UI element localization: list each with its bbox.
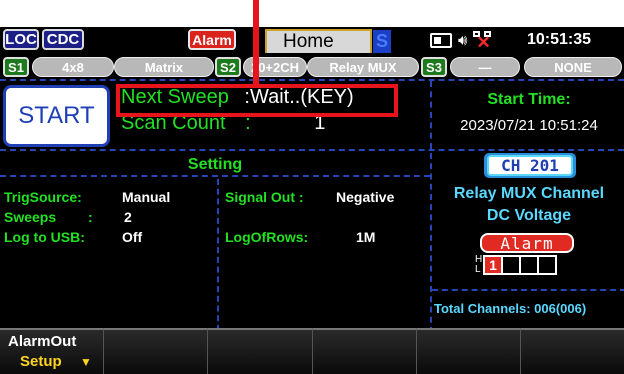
sweeps-value[interactable]: 2 xyxy=(124,209,132,225)
slot-s2-label[interactable]: S2 xyxy=(215,57,241,77)
slot-s2-type: Relay MUX xyxy=(307,57,419,77)
home-s-badge: S xyxy=(373,30,391,53)
softkey-5[interactable] xyxy=(415,328,520,374)
signal-out-label: Signal Out : xyxy=(225,189,304,205)
total-channels: Total Channels: 006(006) xyxy=(432,289,624,329)
softkey-bar: AlarmOut Setup ▼ xyxy=(0,328,624,374)
slot-s1-value: 4x8 xyxy=(32,57,114,77)
log-usb-label: Log to USB: xyxy=(4,229,85,245)
storage-card-icon xyxy=(430,32,452,48)
lan-disconnected-icon: ✕ xyxy=(473,31,493,51)
alarm-hl-labels: H L xyxy=(475,255,482,275)
slot-bar: S1 4x8 Matrix S2 20+2CH Relay MUX S3 — N… xyxy=(0,57,624,77)
softkey-3[interactable] xyxy=(207,328,312,374)
status-bar: LOC CDC Alarm Home S 🔊︎ ✕ 10:51:35 xyxy=(0,27,624,53)
start-time-value: 2023/07/21 10:51:24 xyxy=(460,117,598,134)
alarm-low-label: L xyxy=(475,264,481,275)
sweeps-separator: : xyxy=(88,209,93,225)
slot-s3-label[interactable]: S3 xyxy=(421,57,447,77)
alarm-cell xyxy=(501,255,521,275)
speaker-icon: 🔊︎ xyxy=(458,31,468,49)
softkey-label-bottom: Setup xyxy=(20,353,62,370)
channel-type: Relay MUX Channel xyxy=(453,185,605,202)
alarm-cell: 1 xyxy=(483,255,503,275)
home-tab-label: Home xyxy=(283,31,334,52)
channel-alarm-badge: Alarm xyxy=(480,233,574,253)
alarm-cell xyxy=(537,255,557,275)
log-usb-value[interactable]: Off xyxy=(122,229,142,245)
instrument-screen: LOC CDC Alarm Home S 🔊︎ ✕ 10:51:35 S1 4x… xyxy=(0,27,624,374)
slot-s3-value: — xyxy=(450,57,520,77)
log-rows-label: LogOfRows: xyxy=(225,229,309,245)
signal-out-value[interactable]: Negative xyxy=(336,189,394,205)
channel-id-badge[interactable]: CH 201 xyxy=(487,155,573,176)
home-tab[interactable]: Home xyxy=(265,29,372,53)
softkey-alarmout-setup[interactable]: AlarmOut Setup ▼ xyxy=(0,328,104,374)
annotation-pointer-line xyxy=(253,0,259,88)
status-icons: 🔊︎ ✕ xyxy=(430,30,493,51)
softkey-6[interactable] xyxy=(519,328,624,374)
softkey-2[interactable] xyxy=(103,328,208,374)
softkey-label-top: AlarmOut xyxy=(8,333,77,350)
sweeps-label: Sweeps xyxy=(4,209,57,225)
alarm-cell xyxy=(519,255,539,275)
slot-s1-label[interactable]: S1 xyxy=(3,57,29,77)
softkey-4[interactable] xyxy=(311,328,416,374)
setting-title: Setting xyxy=(0,153,430,177)
cdc-indicator: CDC xyxy=(42,29,84,50)
slot-s1-type: Matrix xyxy=(114,57,214,77)
chevron-down-icon: ▼ xyxy=(80,355,92,369)
setting-panel: Setting TrigSource: Manual Sweeps : 2 Lo… xyxy=(0,153,430,333)
start-time-label: Start Time: xyxy=(487,91,571,108)
alarm-cells: 1 xyxy=(483,255,557,275)
alarm-indicator[interactable]: Alarm xyxy=(188,29,236,50)
setting-divider xyxy=(217,179,219,331)
log-rows-value[interactable]: 1M xyxy=(356,229,375,245)
start-button[interactable]: START xyxy=(3,85,110,147)
loc-indicator: LOC xyxy=(3,29,39,50)
clock: 10:51:35 xyxy=(527,31,592,48)
trig-source-label: TrigSource: xyxy=(4,189,82,205)
trig-source-value[interactable]: Manual xyxy=(122,189,170,205)
annotation-highlight-box xyxy=(116,84,398,117)
channel-panel: CH 201 Relay MUX Channel DC Voltage Alar… xyxy=(430,153,624,333)
channel-function: DC Voltage xyxy=(486,207,572,224)
slot-s3-type: NONE xyxy=(524,57,622,77)
start-time-box: Start Time: 2023/07/21 10:51:24 xyxy=(430,81,624,149)
